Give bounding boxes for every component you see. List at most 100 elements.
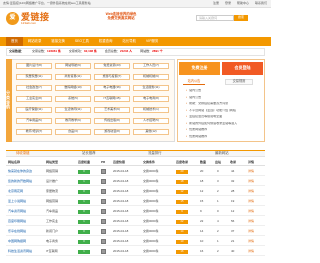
included-value: 56 xyxy=(231,218,235,223)
site-type: 电子商务 xyxy=(46,238,59,243)
tab-rules[interactable]: 交易规则 xyxy=(225,79,253,85)
category-button[interactable]: 电子电器(36) xyxy=(94,85,130,91)
notice-item[interactable]: 优质网站推荐 xyxy=(186,135,262,139)
category-button[interactable]: 生活服务(11) xyxy=(133,85,169,91)
notice-item[interactable]: 站内公告 xyxy=(186,89,262,93)
contact-link[interactable]: 联系我们 xyxy=(255,1,267,6)
index-badge: 22 xyxy=(176,219,188,224)
member-login-button[interactable]: 会员登陆 xyxy=(222,62,263,75)
category-button[interactable]: 人才招聘(5) xyxy=(133,118,169,124)
nav-vip[interactable]: VIP服务 xyxy=(141,37,163,46)
search-button[interactable]: 搜索 xyxy=(234,15,248,21)
nav-weight-query[interactable]: 权重查询 xyxy=(94,37,118,46)
site-name[interactable]: 中国网购报网 xyxy=(8,239,26,244)
nav-link-exchange[interactable]: 链接交换 xyxy=(46,37,70,46)
category-button[interactable]: 工作人员(7) xyxy=(133,63,169,69)
category-button[interactable]: 数码网络(10) xyxy=(55,85,91,91)
help-link[interactable]: 帮助中心 xyxy=(237,1,249,6)
detail-link[interactable]: 详情 xyxy=(248,179,254,184)
category-button[interactable]: 社会政治(7) xyxy=(16,85,52,91)
category-button[interactable]: 商务贸易(11) xyxy=(55,74,91,80)
tab-notices[interactable]: 站内公告 xyxy=(183,79,205,85)
notice-item[interactable]: 帮助：交换链接需要双方同意 xyxy=(186,102,262,106)
notice-item[interactable]: 不平台网站【爱连】功能介绍 (网站 xyxy=(186,109,262,113)
tab-traffic-rank[interactable]: 流量排行 xyxy=(148,151,162,155)
table-row xyxy=(6,197,265,206)
site-name[interactable]: 爱上小说网站 xyxy=(8,199,26,204)
weight-badge: 0 xyxy=(78,239,90,244)
category-button[interactable]: 工业实业(8) xyxy=(16,96,52,102)
category-button[interactable]: 机械技术(1) xyxy=(133,107,169,113)
category-button[interactable]: 食品(3) xyxy=(55,129,91,135)
included-value: 19 xyxy=(231,198,235,203)
detail-link[interactable]: 详情 xyxy=(248,219,254,224)
site-name[interactable]: 乐享在线网站 xyxy=(8,229,26,234)
category-button[interactable]: 旅游与度假(7) xyxy=(94,74,130,80)
tab-newest[interactable]: 最新网站 xyxy=(215,151,229,155)
category-button[interactable]: 艺术美术(9) xyxy=(94,107,130,113)
category-button[interactable]: 医疗保健(11) xyxy=(16,107,52,113)
detail-link[interactable]: 详情 xyxy=(248,199,254,204)
detail-link[interactable]: 详情 xyxy=(248,189,254,194)
detail-link[interactable]: 详情 xyxy=(248,229,254,234)
outbound-value: 2 xyxy=(217,228,219,233)
detail-link[interactable]: 详情 xyxy=(248,249,254,254)
site-name[interactable]: 快来就在你的身边 xyxy=(8,169,32,174)
exchange-condition: 交换0000条 xyxy=(143,208,159,213)
register-link[interactable]: 注册 xyxy=(213,1,219,6)
category-button[interactable]: 教育/培训(7) xyxy=(16,129,52,135)
category-button[interactable]: IT互联网(45) xyxy=(94,96,130,102)
table-row xyxy=(6,187,265,196)
site-logo[interactable]: 爱 爱链接 123aili.com xyxy=(6,12,50,26)
site-name[interactable]: 科技生活资讯网站 xyxy=(8,249,32,254)
index-badge: 20 xyxy=(176,169,188,174)
category-button[interactable]: 电子电商(8) xyxy=(133,96,169,102)
notice-item[interactable]: 爱链接会员等级说明全面 xyxy=(186,115,262,119)
category-button[interactable]: 其他(12) xyxy=(133,129,169,135)
search-input[interactable]: 请输入关键词 xyxy=(196,15,234,21)
site-name[interactable]: 您的新的开始网站 xyxy=(8,179,32,184)
weight-badge: 1 xyxy=(78,249,90,254)
site-type: 家居物流 xyxy=(46,188,59,193)
nav-seo-tools[interactable]: SEO工具 xyxy=(70,37,94,46)
tab-recommended[interactable]: 站长推荐 xyxy=(82,151,96,155)
category-button[interactable]: 机械机械(9) xyxy=(133,74,169,80)
qr-code-icon xyxy=(101,239,106,244)
category-button[interactable]: 汽车用品(5) xyxy=(16,118,52,124)
exchange-condition: 交换0000条 xyxy=(143,228,159,233)
table-row xyxy=(6,177,265,186)
weight-badge: 1 xyxy=(78,199,90,204)
category-button[interactable]: 图片设计(8) xyxy=(16,63,52,69)
site-name[interactable]: 百度印刷网站 xyxy=(8,219,26,224)
category-button[interactable]: 教育教学(9) xyxy=(55,118,91,124)
detail-link[interactable]: 详情 xyxy=(248,209,254,214)
notice-item[interactable]: 站内公告 xyxy=(186,96,262,100)
category-button[interactable]: 传媒出版(8) xyxy=(94,118,130,124)
detail-link[interactable]: 详情 xyxy=(248,169,254,174)
site-name[interactable]: 北京雨花网 xyxy=(8,189,23,194)
col-site-type: 网站类型 xyxy=(46,160,59,164)
category-button[interactable]: 家居家居(11) xyxy=(16,74,52,80)
table-row xyxy=(6,217,265,226)
login-link[interactable]: 登录 xyxy=(225,1,231,6)
category-button[interactable]: 网站导航(9) xyxy=(55,63,91,69)
category-button[interactable]: 系统(5) xyxy=(55,96,91,102)
category-button[interactable]: 免费资源(23) xyxy=(94,63,130,69)
site-type: 新闻门户 xyxy=(46,228,59,233)
free-register-button[interactable]: 免费注册 xyxy=(179,62,220,75)
nav-webmaster-nav[interactable]: 站长导航 xyxy=(117,37,141,46)
site-name[interactable]: 汽车资讯网站 xyxy=(8,209,26,214)
snapshot-date: 2015-04-18 xyxy=(113,248,129,253)
notice-item[interactable]: 优质网站推荐 xyxy=(186,128,262,132)
nav-site-index[interactable]: 网站收录 xyxy=(23,37,47,46)
included-value: 44 xyxy=(231,168,235,173)
nav-home[interactable]: 首页 xyxy=(6,37,23,46)
category-button[interactable]: 游戏动漫(8) xyxy=(94,129,130,135)
weight-badge: 0 xyxy=(78,209,90,214)
notice-item[interactable]: 新站的外链如何快速收录爱站等进入 xyxy=(186,122,262,126)
detail-link[interactable]: 详情 xyxy=(248,239,254,244)
category-button[interactable]: 生活休闲(11) xyxy=(55,107,91,113)
tab-pending[interactable]: 待收录链 xyxy=(16,151,30,155)
stats-label: 交易数据： xyxy=(9,49,25,54)
outbound-value: 1 xyxy=(217,238,219,243)
